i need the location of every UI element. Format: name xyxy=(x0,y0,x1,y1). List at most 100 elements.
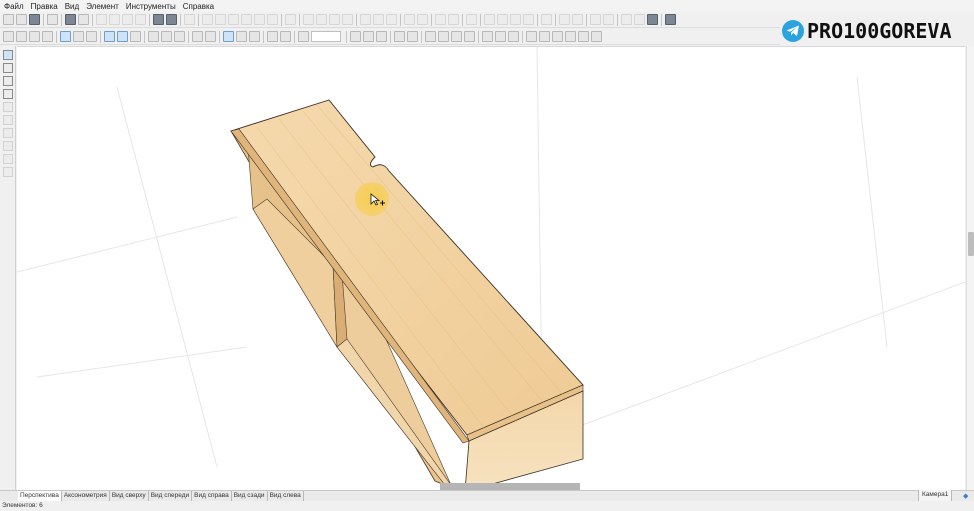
rotate-2-icon[interactable] xyxy=(417,14,428,25)
sphere-icon[interactable] xyxy=(166,14,177,25)
pos-4-icon[interactable] xyxy=(464,31,475,42)
snap-3-icon[interactable] xyxy=(249,31,260,42)
menu-view[interactable]: Вид xyxy=(65,2,79,11)
grid-icon[interactable] xyxy=(466,14,477,25)
arrow-1-icon[interactable] xyxy=(350,31,361,42)
pos-8-icon[interactable] xyxy=(526,31,537,42)
snap-2-icon[interactable] xyxy=(236,31,247,42)
ellipse-icon[interactable] xyxy=(621,14,632,25)
pos-12-icon[interactable] xyxy=(578,31,589,42)
mirror-2-icon[interactable] xyxy=(448,14,459,25)
tool-8-icon[interactable] xyxy=(3,141,13,151)
tab-1[interactable]: Аксонометрия xyxy=(62,491,110,501)
select-icon[interactable] xyxy=(104,31,115,42)
library-icon[interactable] xyxy=(184,14,195,25)
settings-icon[interactable] xyxy=(267,14,278,25)
stretch-1-icon[interactable] xyxy=(394,31,405,42)
panel-3-icon[interactable] xyxy=(228,14,239,25)
arrow-up-icon[interactable] xyxy=(510,14,521,25)
align-5-icon[interactable] xyxy=(360,14,371,25)
sum-icon[interactable] xyxy=(285,14,296,25)
tool-9-icon[interactable] xyxy=(3,154,13,164)
pos-1-icon[interactable] xyxy=(425,31,436,42)
export-icon[interactable] xyxy=(47,14,58,25)
arrow-3-icon[interactable] xyxy=(376,31,387,42)
tab-2[interactable]: Вид сверху xyxy=(110,491,149,501)
tab-3[interactable]: Вид спереди xyxy=(149,491,193,501)
move-icon[interactable] xyxy=(205,31,216,42)
select-2-icon[interactable] xyxy=(117,31,128,42)
light-icon[interactable] xyxy=(130,31,141,42)
view-front-icon[interactable] xyxy=(16,31,27,42)
rotate-view-icon[interactable] xyxy=(3,63,13,73)
align-1-icon[interactable] xyxy=(303,14,314,25)
pos-7-icon[interactable] xyxy=(508,31,519,42)
pan-icon[interactable] xyxy=(3,76,13,86)
vertical-scroll-thumb[interactable] xyxy=(968,232,974,256)
dimension-icon[interactable] xyxy=(161,31,172,42)
copy-tool-icon[interactable] xyxy=(3,102,13,112)
align-3-icon[interactable] xyxy=(329,14,340,25)
paste-icon[interactable] xyxy=(122,14,133,25)
curve-icon[interactable] xyxy=(541,14,552,25)
gear-icon[interactable] xyxy=(665,14,676,25)
vertical-scrollbar[interactable] xyxy=(966,46,974,490)
panel-5-icon[interactable] xyxy=(254,14,265,25)
align-4-icon[interactable] xyxy=(342,14,353,25)
eye-2-icon[interactable] xyxy=(192,31,203,42)
pointer-icon[interactable] xyxy=(3,50,13,60)
print-preview-icon[interactable] xyxy=(78,14,89,25)
pos-6-icon[interactable] xyxy=(495,31,506,42)
pos-2-icon[interactable] xyxy=(438,31,449,42)
menu-help[interactable]: Справка xyxy=(183,2,214,11)
align-7-icon[interactable] xyxy=(386,14,397,25)
menu-edit[interactable]: Правка xyxy=(31,2,58,11)
menu-element[interactable]: Элемент xyxy=(86,2,119,11)
align-6-icon[interactable] xyxy=(373,14,384,25)
camera-settings-icon[interactable]: ◆ xyxy=(963,492,968,500)
snap-icon[interactable] xyxy=(223,31,234,42)
panel-4-icon[interactable] xyxy=(241,14,252,25)
pos-13-icon[interactable] xyxy=(591,31,602,42)
tool-10-icon[interactable] xyxy=(3,167,13,177)
tool-7-icon[interactable] xyxy=(3,128,13,138)
pos-10-icon[interactable] xyxy=(552,31,563,42)
camera-tab[interactable]: Камера1 xyxy=(918,490,953,501)
stretch-2-icon[interactable] xyxy=(407,31,418,42)
rotate-1-icon[interactable] xyxy=(404,14,415,25)
pos-11-icon[interactable] xyxy=(565,31,576,42)
filter-icon[interactable] xyxy=(148,31,159,42)
hide-1-icon[interactable] xyxy=(484,14,495,25)
target-icon[interactable] xyxy=(280,31,291,42)
zoom-input[interactable] xyxy=(311,31,341,42)
mirror-1-icon[interactable] xyxy=(435,14,446,25)
tab-6[interactable]: Вид слева xyxy=(268,491,304,501)
magnet-icon[interactable] xyxy=(267,31,278,42)
tab-4[interactable]: Вид справа xyxy=(192,491,232,501)
layer-icon[interactable] xyxy=(590,14,601,25)
shape-icon[interactable] xyxy=(603,14,614,25)
zoom-icon[interactable] xyxy=(298,31,309,42)
cut-icon[interactable] xyxy=(96,14,107,25)
arrow-2-icon[interactable] xyxy=(363,31,374,42)
copy-icon[interactable] xyxy=(109,14,120,25)
eyedropper-icon[interactable] xyxy=(3,89,13,99)
horizontal-scroll-thumb[interactable] xyxy=(440,483,580,490)
pos-5-icon[interactable] xyxy=(482,31,493,42)
tab-5[interactable]: Вид сзади xyxy=(232,491,268,501)
blocks-1-icon[interactable] xyxy=(559,14,570,25)
menu-file[interactable]: Файл xyxy=(4,2,24,11)
new-icon[interactable] xyxy=(3,14,14,25)
eye-icon[interactable] xyxy=(647,14,658,25)
pos-3-icon[interactable] xyxy=(451,31,462,42)
view-right-icon[interactable] xyxy=(86,31,97,42)
pos-9-icon[interactable] xyxy=(539,31,550,42)
align-2-icon[interactable] xyxy=(316,14,327,25)
tab-0[interactable]: Перспектива xyxy=(18,491,62,501)
print-icon[interactable] xyxy=(65,14,76,25)
cloud-icon[interactable] xyxy=(634,14,645,25)
view-side-icon[interactable] xyxy=(42,31,53,42)
open-icon[interactable] xyxy=(16,14,27,25)
delete-icon[interactable] xyxy=(135,14,146,25)
panel-icon[interactable] xyxy=(202,14,213,25)
